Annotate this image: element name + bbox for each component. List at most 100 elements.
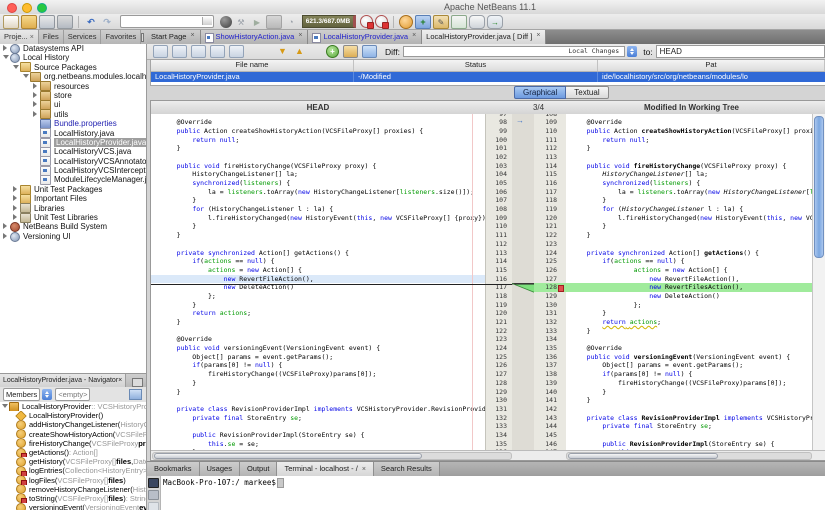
navigator-sort-icon[interactable] [129,389,142,400]
redo-icon[interactable] [100,16,114,28]
tree-row[interactable]: LocalHistoryVCSInterceptor.java [0,166,146,175]
navigator-members-select[interactable]: Members [3,388,40,401]
sidebar-tab-services[interactable]: Services [64,30,102,44]
collapse-arrow-icon[interactable] [13,63,20,72]
profile-icon[interactable] [284,16,298,28]
navigator-member-row[interactable]: logEntries(Collection<HistoryEntry> en [0,466,146,475]
tree-row[interactable]: Important Files [0,194,146,203]
textual-view-button[interactable]: Textual [566,86,608,99]
file-table-row[interactable]: LocalHistoryProvider.java -/Modified ide… [151,72,825,83]
sidebar-tab-files[interactable]: Files [39,30,64,44]
versioning-commit-icon[interactable] [487,15,503,29]
close-window-button[interactable] [7,3,17,13]
navigator-member-row[interactable]: versioningEvent(VersioningEvent event) [0,503,146,510]
navigator-member-row[interactable]: LocalHistoryProvider() [0,411,146,420]
tree-row[interactable]: Versioning UI [0,232,146,241]
expand-arrow-icon[interactable] [3,44,10,53]
sidebar-minimize-icon[interactable] [141,33,144,42]
navigator-member-row[interactable]: getHistory(VCSFileProxy[] files, Date fr… [0,457,146,466]
tab-close-icon[interactable]: × [412,32,416,39]
versioning-diff-icon[interactable] [433,15,449,29]
next-difference-icon[interactable] [276,46,289,57]
bottom-tab-bookmarks[interactable]: Bookmarks [147,462,200,477]
navigator-tab[interactable]: LocalHistoryProvider.java - Navigator × [0,374,126,387]
navigator-root-row[interactable]: LocalHistoryProvider :: VCSHistoryProvid… [0,402,146,411]
open-project-icon[interactable] [21,15,37,29]
tree-row[interactable]: utils [0,110,146,119]
profiler-snapshot-icon[interactable] [375,15,388,28]
terminal-output[interactable]: MacBook-Pro-107:/ markee$ [163,478,284,488]
versioning-show-changes-icon[interactable] [451,15,467,29]
right-hscrollbar[interactable] [566,452,812,460]
tree-row[interactable]: store [0,91,146,100]
bottom-tab-usages[interactable]: Usages [200,462,240,477]
debug-icon[interactable] [266,15,282,29]
members-stepper-icon[interactable] [42,389,52,400]
column-header-status[interactable]: Status [354,60,598,71]
left-hscrollbar[interactable] [152,452,512,460]
tree-row[interactable]: org.netbeans.modules.localhistory [0,72,146,81]
tree-row[interactable]: Unit Test Libraries [0,213,146,222]
navigator-close-icon[interactable]: × [118,377,122,384]
tree-row[interactable]: Bundle.properties [0,119,146,128]
expand-arrow-icon[interactable] [13,204,20,213]
tree-row[interactable]: LocalHistoryVCS.java [0,147,146,156]
navigator-member-row[interactable]: addHistoryChangeListener(HistoryChan [0,420,146,429]
tree-row[interactable]: Datasystems API [0,44,146,53]
diff-options-icon[interactable] [229,45,244,58]
bottom-tab-search[interactable]: Search Results [374,462,440,477]
versioning-revert-icon[interactable] [469,15,485,29]
tree-row[interactable]: NetBeans Build System [0,222,146,231]
export-patch-icon[interactable] [191,45,206,58]
column-header-path[interactable]: Pat [598,60,825,71]
expand-arrow-icon[interactable] [33,110,40,119]
navigator-member-row[interactable]: fireHistoryChange(VCSFileProxy proxy) [0,439,146,448]
toggle-local-icon[interactable] [343,45,358,58]
go-to-source-icon[interactable] [172,45,187,58]
vertical-scrollbar[interactable] [812,114,825,453]
graphical-view-button[interactable]: Graphical [514,86,566,99]
toggle-remote-icon[interactable] [362,45,377,58]
diff-select-stepper-icon[interactable] [627,46,637,57]
refresh-diff-icon[interactable] [153,45,168,58]
sidebar-tab-favorites[interactable]: Favorites [101,30,141,44]
new-file-icon[interactable] [3,15,19,29]
bottom-tab-output[interactable]: Output [240,462,278,477]
tree-row[interactable]: resources [0,82,146,91]
clean-build-icon[interactable] [220,16,232,28]
expand-arrow-icon[interactable] [3,222,10,231]
update-all-icon[interactable] [326,45,339,58]
save-icon[interactable] [57,15,73,29]
left-hscrollbar-thumb[interactable] [154,453,422,459]
tree-row[interactable]: Local History [0,53,146,62]
memory-indicator[interactable]: 621.3/687.0MB [302,15,356,28]
navigator-member-row[interactable]: toString(VCSFileProxy[] files) : String [0,494,146,503]
previous-difference-icon[interactable] [293,46,306,57]
apply-diff-arrow-icon[interactable]: → [516,116,524,125]
editor-tab[interactable]: LocalHistoryProvider.java [ Diff ]× [422,30,546,44]
diff-source-select[interactable]: Local Changes [403,46,625,57]
tab-close-icon[interactable]: × [190,32,194,39]
editor-tab[interactable]: LocalHistoryProvider.java× [308,30,422,44]
navigator-member-row[interactable]: removeHistoryChangeListener(HistoryC [0,485,146,494]
tree-row[interactable]: ui [0,100,146,109]
local-history-icon[interactable] [210,45,225,58]
tree-row[interactable]: ModuleLifecycleManager.java [0,175,146,184]
expand-arrow-icon[interactable] [13,185,20,194]
tab-close-icon[interactable]: × [362,466,366,473]
new-terminal-icon[interactable] [148,478,159,488]
zoom-window-button[interactable] [37,3,47,13]
versioning-update-icon[interactable] [415,15,431,29]
collapse-arrow-icon[interactable] [3,53,10,62]
editor-tab[interactable]: Start Page× [147,30,201,44]
tree-row[interactable]: LocalHistoryVCSAnnotator.java [0,157,146,166]
sidebar-tab-proje[interactable]: Proje...× [0,30,39,44]
tree-row[interactable]: Unit Test Packages [0,185,146,194]
navigator-member-row[interactable]: logFiles(VCSFileProxy[] files) [0,476,146,485]
expand-arrow-icon[interactable] [3,232,10,241]
run-icon[interactable] [250,16,264,28]
column-header-file-name[interactable]: File name [151,60,354,71]
collapse-arrow-icon[interactable] [2,402,9,411]
tab-close-icon[interactable]: × [30,34,34,41]
run-gc-icon[interactable] [360,15,373,28]
